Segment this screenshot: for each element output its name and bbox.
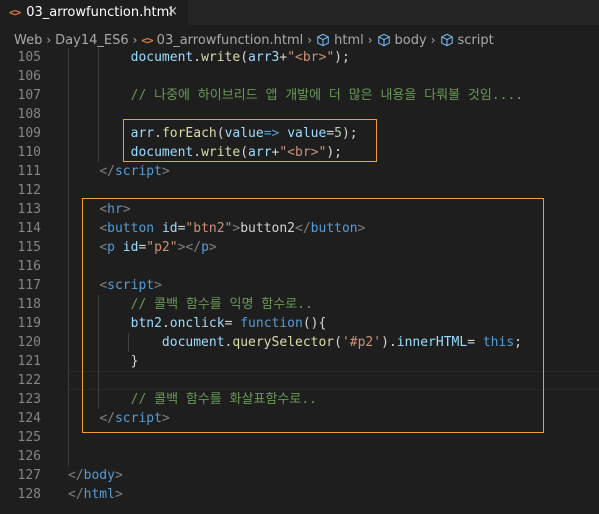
code-token: > bbox=[161, 164, 170, 179]
code-line[interactable]: 105 document.write(arr3+"<br>"); bbox=[0, 48, 599, 67]
code-text: </script> bbox=[68, 162, 170, 181]
code-editor[interactable]: 105 document.write(arr3+"<br>"); 106 107 /… bbox=[0, 46, 599, 514]
close-icon[interactable]: × bbox=[167, 4, 178, 19]
code-token: body bbox=[83, 468, 115, 483]
code-token: </ bbox=[68, 487, 84, 502]
line-number: 108 bbox=[17, 107, 41, 122]
code-token: html bbox=[83, 487, 115, 502]
html-file-icon: <> bbox=[141, 33, 153, 47]
line-number: 105 bbox=[17, 50, 41, 65]
code-token: > bbox=[114, 468, 123, 483]
highlight-box-foreach bbox=[123, 119, 377, 162]
html-file-icon: <> bbox=[9, 6, 21, 19]
code-line[interactable]: 107 // 나중에 하이브리드 앱 개발에 더 많은 내용을 다뤄볼 것임..… bbox=[0, 86, 599, 105]
chevron-right-icon: › bbox=[132, 33, 138, 47]
line-number: 126 bbox=[17, 449, 41, 464]
line-number: 127 bbox=[17, 468, 41, 483]
line-number: 106 bbox=[17, 69, 41, 84]
code-line[interactable]: 106 bbox=[0, 67, 599, 86]
code-token: ( bbox=[240, 50, 249, 65]
code-line[interactable]: 127 </body> bbox=[0, 466, 599, 485]
line-number: 123 bbox=[17, 392, 41, 407]
line-number: 109 bbox=[17, 126, 41, 141]
symbol-element-icon bbox=[317, 33, 329, 47]
chevron-right-icon: › bbox=[367, 33, 373, 47]
symbol-element-icon bbox=[440, 33, 453, 47]
code-token: ); bbox=[334, 50, 350, 65]
chevron-right-icon: › bbox=[430, 33, 436, 47]
code-token: + bbox=[279, 50, 288, 65]
line-number: 117 bbox=[17, 278, 41, 293]
line-number: 118 bbox=[17, 297, 41, 312]
line-number: 111 bbox=[17, 164, 41, 179]
code-token: write bbox=[201, 50, 241, 65]
tab-filename: 03_arrowfunction.html bbox=[26, 5, 173, 20]
line-number: 122 bbox=[17, 373, 41, 388]
code-token: "<br>" bbox=[287, 50, 335, 65]
highlight-box-script-block bbox=[82, 198, 544, 433]
code-text: // 나중에 하이브리드 앱 개발에 더 많은 내용을 다뤄볼 것임.... bbox=[68, 86, 523, 105]
tab-bar: <> 03_arrowfunction.html × bbox=[0, 0, 599, 25]
code-token: arr3 bbox=[248, 50, 280, 65]
code-token: document bbox=[130, 50, 194, 65]
code-line[interactable]: 111 </script> bbox=[0, 162, 599, 181]
code-token: . bbox=[193, 50, 202, 65]
line-number: 120 bbox=[17, 335, 41, 350]
code-line[interactable]: 126 bbox=[0, 447, 599, 466]
symbol-element-icon bbox=[377, 33, 390, 47]
code-line[interactable]: 128 </html> bbox=[0, 485, 599, 504]
line-number: 114 bbox=[17, 221, 41, 236]
line-number: 124 bbox=[17, 411, 41, 426]
line-number: 128 bbox=[17, 487, 41, 502]
line-number: 112 bbox=[17, 183, 41, 198]
line-number: 121 bbox=[17, 354, 41, 369]
code-token: script bbox=[114, 164, 162, 179]
line-number: 115 bbox=[17, 240, 41, 255]
editor-tab[interactable]: <> 03_arrowfunction.html × bbox=[0, 0, 188, 25]
line-number: 116 bbox=[17, 259, 41, 274]
line-number: 113 bbox=[17, 202, 41, 217]
line-number: 119 bbox=[17, 316, 41, 331]
code-text: </html> bbox=[68, 485, 123, 504]
code-token: </ bbox=[68, 468, 84, 483]
code-token: </ bbox=[99, 164, 115, 179]
chevron-right-icon: › bbox=[307, 33, 313, 47]
code-token: > bbox=[114, 487, 123, 502]
line-number: 125 bbox=[17, 430, 41, 445]
line-number: 107 bbox=[17, 88, 41, 103]
code-token: // 나중에 하이브리드 앱 개발에 더 많은 내용을 다뤄볼 것임.... bbox=[130, 88, 524, 103]
chevron-right-icon: › bbox=[46, 33, 52, 47]
code-text: document.write(arr3+"<br>"); bbox=[68, 48, 350, 67]
line-number: 110 bbox=[17, 145, 41, 160]
code-text: </body> bbox=[68, 466, 123, 485]
